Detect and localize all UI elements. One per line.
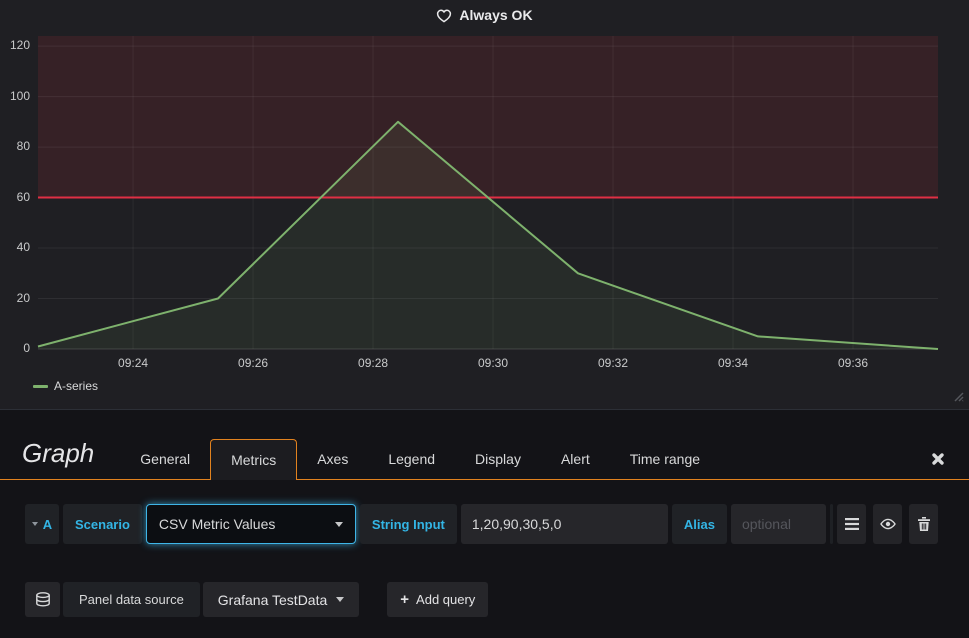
datasource-help-button[interactable] [25,582,60,617]
graph-panel: 0 20 40 60 80 100 120 09:24 09:26 09:28 09:30 09:32… [0,0,969,410]
y-axis-label: 0 [0,341,30,355]
threshold-region [38,36,938,198]
close-editor-button[interactable] [931,452,945,466]
x-axis-label: 09:26 [228,356,278,370]
alias-input-field[interactable] [731,504,826,544]
panel-resize-handle[interactable] [951,389,964,407]
panel-type-title: Graph [22,438,94,469]
alias-label: Alias [672,504,727,544]
toggle-query-visibility-button[interactable] [873,504,902,544]
panel-data-source-label: Panel data source [63,582,200,617]
scenario-label: Scenario [63,504,142,544]
resize-grip-icon [951,389,964,402]
tab-axes[interactable]: Axes [297,439,368,479]
x-axis-label: 09:36 [828,356,878,370]
editor-tabs: GeneralMetricsAxesLegendDisplayAlertTime… [120,439,720,479]
y-axis-label: 60 [0,190,30,204]
datasource-row: Panel data source Grafana TestData + Add… [25,582,938,617]
y-axis-label: 100 [0,89,30,103]
eye-icon [880,518,896,530]
query-editor-row: A Scenario CSV Metric Values String Inpu… [25,504,938,544]
plus-icon: + [400,592,409,607]
y-axis-label: 40 [0,240,30,254]
query-menu-button[interactable] [837,504,866,544]
x-axis-label: 09:32 [588,356,638,370]
datasource-selected-value: Grafana TestData [218,592,327,608]
panel-title[interactable]: Always OK [0,4,969,26]
panel-title-text: Always OK [459,7,532,23]
tab-metrics[interactable]: Metrics [210,439,297,480]
x-axis-label: 09:30 [468,356,518,370]
datasource-dropdown[interactable]: Grafana TestData [203,582,359,617]
trash-icon [918,517,930,531]
query-ref-id: A [43,517,52,532]
tab-display[interactable]: Display [455,439,541,479]
chart-canvas [0,0,969,375]
scenario-selected-value: CSV Metric Values [159,516,275,532]
chevron-down-icon [336,597,344,602]
x-axis-label: 09:24 [108,356,158,370]
chart-legend: A-series [33,379,98,393]
time-series-chart: 0 20 40 60 80 100 120 09:24 09:26 09:28 09:30 09:32… [0,0,969,375]
chevron-down-icon [335,522,343,527]
y-axis-label: 20 [0,291,30,305]
y-axis-label: 120 [0,38,30,52]
legend-series-label[interactable]: A-series [54,379,98,393]
tab-general[interactable]: General [120,439,210,479]
add-query-label: Add query [416,592,475,607]
tab-legend[interactable]: Legend [368,439,455,479]
menu-icon [845,518,859,530]
database-icon [35,592,51,607]
tab-alert[interactable]: Alert [541,439,610,479]
editor-header: Graph GeneralMetricsAxesLegendDisplayAle… [0,411,969,480]
delete-query-button[interactable] [909,504,938,544]
x-axis-label: 09:34 [708,356,758,370]
close-icon [931,452,945,466]
scenario-select[interactable]: CSV Metric Values [146,504,356,544]
metrics-tab-content: A Scenario CSV Metric Values String Inpu… [0,480,969,617]
x-axis-label: 09:28 [348,356,398,370]
query-row-spacer [830,504,833,544]
chevron-down-icon [32,522,38,526]
heart-icon [436,8,452,23]
query-collapse-button[interactable]: A [25,504,59,544]
string-input-field[interactable] [461,504,668,544]
tab-time-range[interactable]: Time range [610,439,720,479]
add-query-button[interactable]: + Add query [387,582,488,617]
panel-editor: Graph GeneralMetricsAxesLegendDisplayAle… [0,411,969,638]
y-axis-label: 80 [0,139,30,153]
string-input-label: String Input [360,504,457,544]
series-color-marker [33,385,48,388]
